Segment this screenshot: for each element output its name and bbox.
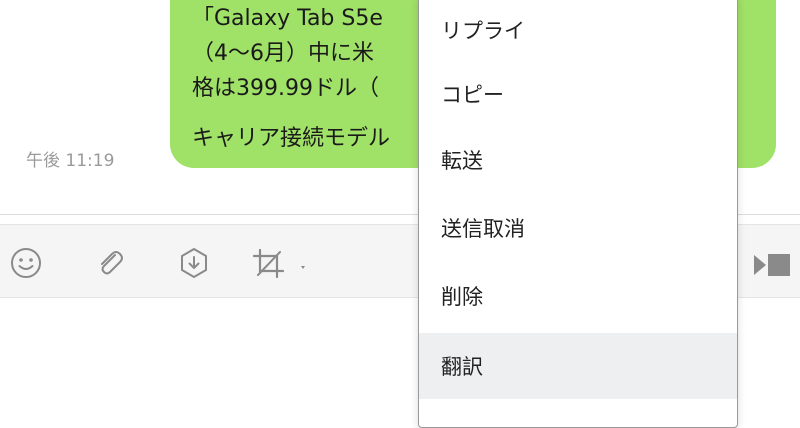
message-context-menu: リプライ コピー 転送 送信取消 削除 翻訳 [418,0,738,428]
download-icon [177,246,211,280]
menu-item-translate[interactable]: 翻訳 [419,333,737,399]
menu-item-delete[interactable]: 削除 [419,263,737,329]
screenshot-button[interactable] [250,245,310,281]
keep-button[interactable] [176,245,212,281]
menu-item-unsend[interactable]: 送信取消 [419,195,737,261]
paperclip-icon [93,246,127,280]
message-line: 格は399.99ドル（ [192,76,379,101]
message-line: 「Galaxy Tab S5e [192,6,383,31]
message-timestamp: 午後 11:19 [26,151,115,171]
crop-icon [250,246,310,280]
send-icon [752,254,792,283]
attach-file-button[interactable] [92,245,128,281]
menu-item-forward[interactable]: 転送 [419,127,737,193]
message-line: キャリア接続モデル [192,126,391,151]
send-button[interactable] [752,251,792,283]
menu-item-reply[interactable]: リプライ [419,0,737,63]
message-line: （4〜6月）中に米 [192,41,374,66]
menu-item-copy[interactable]: コピー [419,61,737,127]
emoji-button[interactable] [8,245,44,281]
emoji-icon [9,246,43,280]
